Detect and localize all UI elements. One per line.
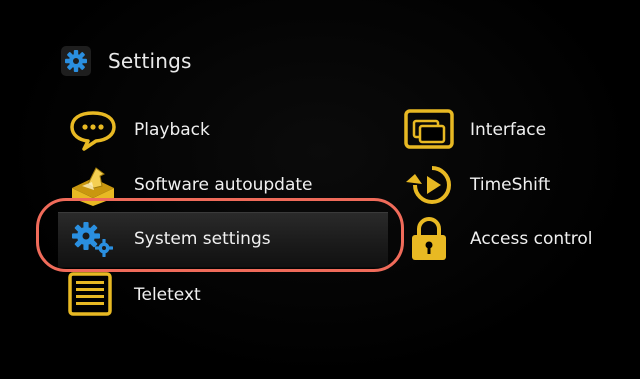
menu-item-interface[interactable]: Interface bbox=[402, 107, 546, 153]
menu-item-system-settings[interactable]: System settings bbox=[66, 216, 271, 262]
menu-item-label: System settings bbox=[134, 229, 271, 249]
menu-item-label: Software autoupdate bbox=[134, 175, 313, 195]
page-title: Settings bbox=[108, 49, 192, 73]
menu-item-label: Playback bbox=[134, 120, 210, 140]
menu-item-teletext[interactable]: Teletext bbox=[66, 272, 201, 318]
gears-icon bbox=[72, 222, 113, 257]
teletext-document-icon bbox=[68, 272, 112, 316]
interface-windows-icon bbox=[404, 109, 454, 149]
menu-item-access-control[interactable]: Access control bbox=[402, 216, 593, 262]
menu-item-timeshift[interactable]: TimeShift bbox=[402, 162, 550, 208]
settings-screen: Settings Playback Software autoupdate Sy… bbox=[0, 0, 640, 379]
menu-item-label: Teletext bbox=[134, 285, 201, 305]
menu-item-label: Access control bbox=[470, 229, 593, 249]
page-header: Settings bbox=[60, 44, 192, 78]
speech-bubble-icon bbox=[70, 111, 116, 151]
menu-item-label: TimeShift bbox=[470, 175, 551, 195]
menu-item-playback[interactable]: Playback bbox=[66, 107, 210, 153]
padlock-icon bbox=[412, 217, 446, 260]
menu-item-label: Interface bbox=[470, 120, 547, 140]
settings-gear-icon bbox=[61, 46, 91, 76]
timeshift-play-icon bbox=[406, 166, 451, 204]
